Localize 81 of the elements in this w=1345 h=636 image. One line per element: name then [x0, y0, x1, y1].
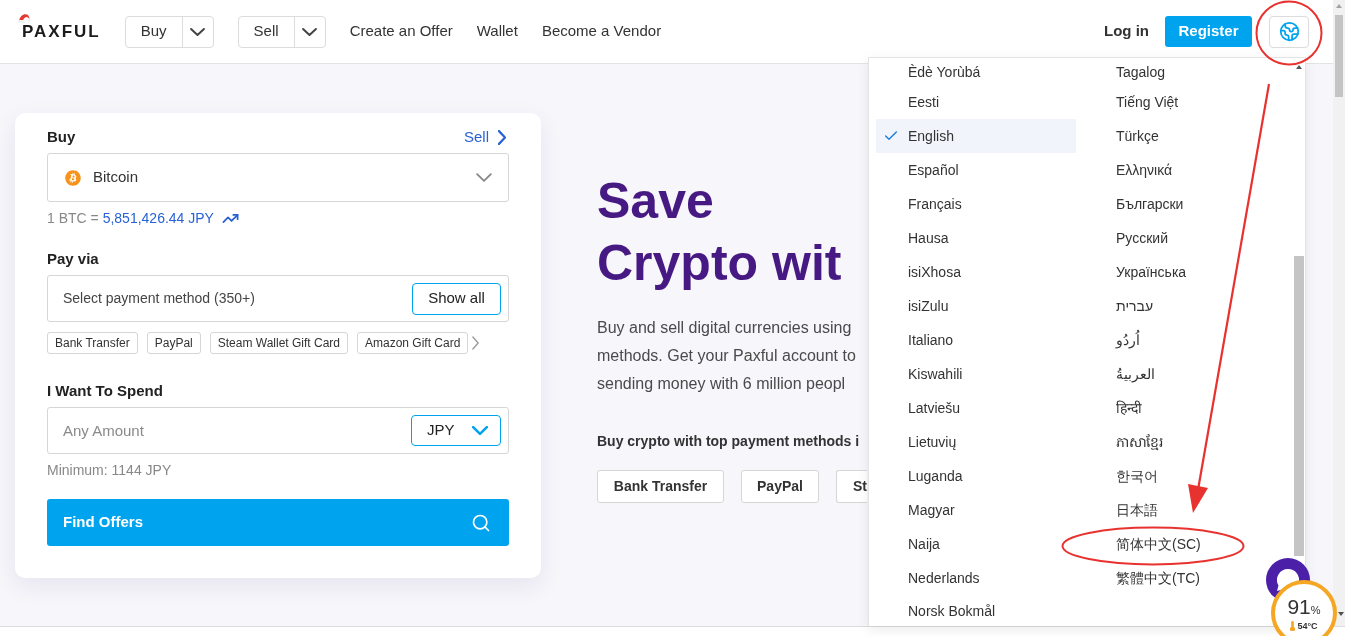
language-option[interactable]: Èdè Yorùbá: [908, 61, 981, 82]
chevron-right-icon: [498, 129, 506, 145]
language-option[interactable]: 한국어: [1116, 466, 1158, 486]
language-option[interactable]: Türkçe: [1116, 126, 1159, 146]
language-option[interactable]: Русский: [1116, 228, 1168, 248]
santa-hat-icon: [18, 12, 31, 23]
annotation-circle: [1255, 0, 1323, 66]
language-option[interactable]: Lietuvių: [908, 432, 957, 452]
payment-method-prompt: Select payment method (350+): [63, 289, 256, 308]
language-option[interactable]: العربيةُ: [1116, 364, 1155, 384]
page-scrollbar-thumb[interactable]: [1335, 15, 1343, 97]
language-option[interactable]: Tiếng Việt: [1116, 92, 1179, 112]
sell-link[interactable]: Sell: [464, 125, 509, 149]
language-option[interactable]: Naija: [908, 534, 940, 554]
language-option[interactable]: Français: [908, 194, 962, 214]
language-option[interactable]: Hausa: [908, 228, 949, 248]
payment-method-chip[interactable]: PayPal: [146, 332, 201, 354]
login-link[interactable]: Log in: [1104, 20, 1149, 43]
payment-method-chip[interactable]: Amazon Gift Card: [357, 332, 469, 354]
show-all-button[interactable]: Show all: [412, 282, 501, 315]
language-option[interactable]: Magyar: [908, 500, 955, 520]
language-option[interactable]: ភាសាខ្មែរ: [1116, 432, 1163, 452]
language-option[interactable]: isiXhosa: [908, 262, 961, 282]
language-option[interactable]: Ελληνικά: [1116, 160, 1173, 180]
nav-menu-button[interactable]: Sell: [238, 16, 294, 47]
temperature-text: 54°C: [1297, 620, 1318, 631]
hero-title: Save Crypto wit: [597, 172, 843, 293]
chevron-down-icon: [471, 426, 488, 435]
language-option[interactable]: اُردُو: [1116, 330, 1140, 350]
language-option[interactable]: 日本語: [1116, 500, 1158, 520]
chevron-right-icon[interactable]: [472, 336, 480, 350]
payment-method-button[interactable]: PayPal: [741, 470, 819, 503]
language-button[interactable]: [1269, 15, 1309, 48]
pay-via-label: Pay via: [47, 250, 100, 268]
language-option[interactable]: Español: [908, 160, 959, 180]
language-option[interactable]: English: [876, 119, 1076, 153]
percent-sign: %: [1310, 604, 1321, 618]
language-option[interactable]: हिन्दी: [1116, 398, 1142, 418]
payment-methods-heading: Buy crypto with top payment methods i: [597, 432, 861, 451]
hero-description: Buy and sell digital currencies using methods. Get your Paxful account to sending money with 6 million peopl: [597, 318, 857, 394]
thermometer-icon: [1290, 620, 1296, 631]
chevron-down-icon: [190, 27, 206, 36]
language-option[interactable]: Luganda: [908, 466, 963, 486]
language-option[interactable]: עברית: [1116, 296, 1154, 316]
payment-method-button[interactable]: St: [836, 470, 867, 503]
scroll-up-arrow-icon[interactable]: [1296, 65, 1302, 69]
payment-method-select[interactable]: Select payment method (350+) Show all: [47, 275, 509, 322]
logo-wordmark[interactable]: PAXFUL: [22, 21, 101, 41]
search-icon: [471, 512, 491, 533]
language-option[interactable]: Українська: [1116, 262, 1187, 282]
buy-label: Buy: [47, 126, 76, 147]
menu-scrollbar-thumb[interactable]: [1294, 256, 1304, 556]
asset-select[interactable]: Bitcoin: [47, 153, 509, 202]
page-scrollbar[interactable]: [1333, 0, 1345, 626]
payment-method-chip[interactable]: Steam Wallet Gift Card: [209, 332, 348, 354]
nav-link[interactable]: Become a Vendor: [541, 20, 662, 43]
nav-menu-button[interactable]: Buy: [125, 16, 182, 47]
nav-link[interactable]: Create an Offer: [349, 20, 453, 43]
chevron-down-icon: [476, 173, 492, 182]
chevron-down-icon: [302, 27, 318, 36]
language-option[interactable]: Latviešu: [908, 398, 961, 418]
payment-method-button[interactable]: Bank Transfer: [597, 470, 724, 503]
exchange-rate-text: 1 BTC = 5,851,426.44 JPY: [47, 208, 214, 228]
load-percentage: 91: [1287, 596, 1311, 618]
language-option[interactable]: Tagalog: [1116, 61, 1166, 82]
bitcoin-icon: [65, 169, 81, 186]
payment-method-chip[interactable]: Bank Transfer: [47, 332, 138, 354]
currency-select[interactable]: JPY: [411, 415, 501, 446]
scroll-down-arrow-icon[interactable]: [1338, 612, 1344, 616]
language-option[interactable]: 繁體中文(TC): [1116, 568, 1200, 588]
language-option[interactable]: Kiswahili: [908, 364, 963, 384]
language-option[interactable]: Български: [1116, 194, 1184, 214]
spend-label: I Want To Spend: [47, 382, 164, 400]
nav-link[interactable]: Wallet: [476, 20, 518, 43]
language-option[interactable]: Italiano: [908, 330, 954, 350]
minimum-amount-text: Minimum: 1144 JPY: [47, 461, 173, 479]
language-option[interactable]: Eesti: [908, 92, 940, 112]
language-option[interactable]: Nederlands: [908, 568, 980, 588]
language-option[interactable]: isiZulu: [908, 296, 949, 316]
globe-icon: [1278, 21, 1300, 42]
language-option[interactable]: Norsk Bokmål: [908, 601, 996, 621]
